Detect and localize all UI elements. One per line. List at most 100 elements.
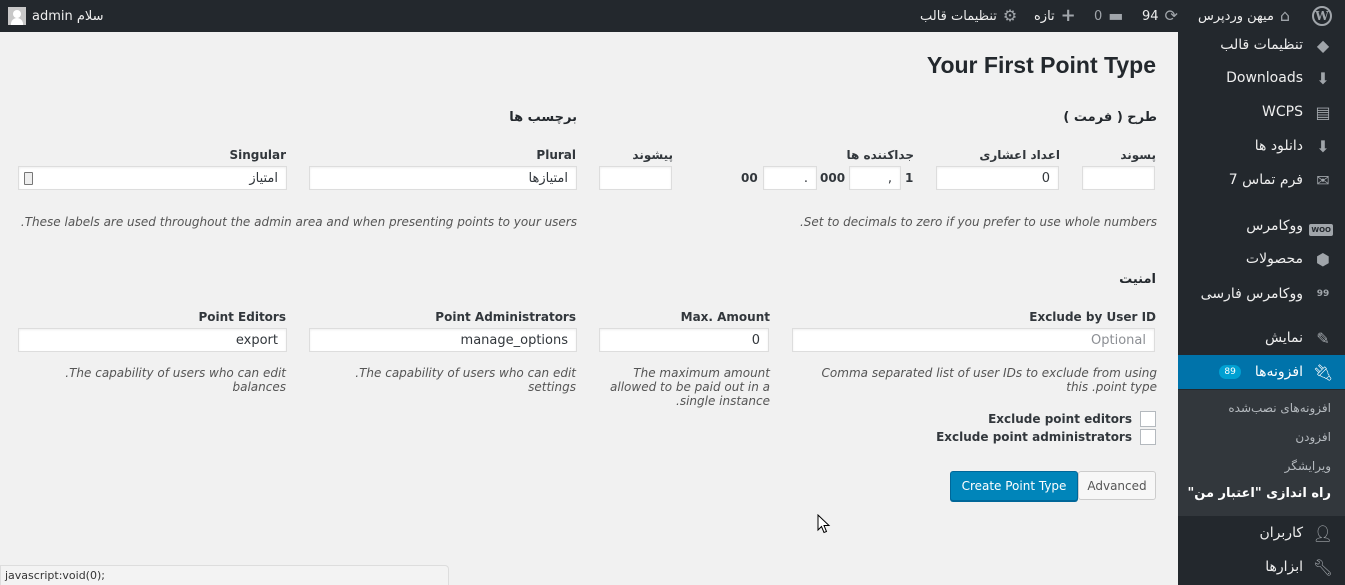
separator-example-thousands: 000 (820, 171, 846, 185)
menu-label: نمایش (1264, 330, 1303, 346)
download-icon: ⬇ (1316, 68, 1330, 88)
point-editors-description: .The capability of users who can edit ba… (65, 366, 286, 394)
mail-icon: ✉ (1316, 170, 1330, 190)
wordpress-logo-icon: W (1312, 6, 1332, 26)
menu-woocommerce[interactable]: WOO ووکامرس (1178, 209, 1345, 243)
menu-users[interactable]: 👤︎ کاربران (1178, 516, 1345, 550)
diamond-icon: ◆ (1316, 35, 1330, 55)
max-amount-input[interactable]: 0 (599, 328, 769, 352)
separator-example-decimals: 00 (741, 171, 758, 185)
exclude-point-administrators-label[interactable]: Exclude point administrators (936, 430, 1132, 444)
point-editors-label: Point Editors (198, 310, 286, 324)
page-title: Your First Point Type (926, 52, 1156, 78)
point-editors-input[interactable]: export (18, 328, 287, 352)
comments-count: 0 (1094, 8, 1103, 24)
plus-icon: + (1060, 5, 1076, 26)
menu-label: ووکامرس (1246, 218, 1303, 234)
menu-label: Downloads (1226, 70, 1303, 86)
menu-label: ووکامرس فارسی (1200, 286, 1303, 302)
menu-downloads-fa[interactable]: ⬇ دانلود ها (1178, 129, 1345, 163)
submenu-editor[interactable]: ویرایشگر (1285, 459, 1331, 473)
prefix-label: پیشوند (632, 148, 673, 162)
decimal-separator-input[interactable]: . (763, 166, 817, 190)
format-heading: طرح ( فرمت ) (1063, 110, 1157, 125)
quote-icon: 99 (1316, 289, 1330, 299)
separators-label: جداکننده ها (846, 148, 915, 162)
labels-heading: برچسب ها (509, 110, 577, 125)
submenu-installed-plugins[interactable]: افزونه‌های نصب‌شده (1228, 401, 1331, 415)
suffix-label: پسوند (1120, 148, 1156, 162)
decimals-input[interactable]: 0 (936, 166, 1059, 190)
wrench-icon: 🔧︎ (1312, 557, 1333, 577)
admin-menu: ◆ تنظیمات قالب ⬇ Downloads ▤ WCPS ⬇ دانل… (1170, 32, 1345, 585)
menu-woo-persian[interactable]: 99 ووکامرس فارسی (1178, 277, 1345, 311)
submenu-mycred-setup[interactable]: راه اندازی "اعتبار من" (1187, 486, 1331, 501)
document-icon: ▤ (1315, 102, 1331, 122)
download-icon: ⬇ (1316, 136, 1330, 156)
point-administrators-description: .The capability of users who can edit se… (355, 366, 576, 394)
avatar (8, 7, 26, 25)
comment-icon: ▬ (1108, 6, 1124, 25)
exclude-user-id-label: Exclude by User ID (1029, 310, 1156, 324)
thousands-separator-input[interactable]: , (849, 166, 901, 190)
create-point-type-button[interactable]: Create Point Type (950, 471, 1078, 501)
plural-label: Plural (536, 148, 576, 162)
gear-icon: ⚙ (1002, 6, 1018, 25)
box-icon: ⬢ (1316, 249, 1330, 269)
menu-label: محصولات (1245, 251, 1303, 267)
menu-label: دانلود ها (1254, 138, 1303, 154)
menu-downloads[interactable]: ⬇ Downloads (1178, 61, 1345, 95)
menu-label: فرم تماس 7 (1228, 172, 1303, 188)
format-description: .Set to decimals to zero if you prefer t… (799, 215, 1157, 229)
menu-theme-settings[interactable]: ◆ تنظیمات قالب (1178, 28, 1345, 62)
menu-label: کاربران (1259, 525, 1303, 541)
advanced-button[interactable]: Advanced (1078, 471, 1156, 500)
suffix-input[interactable] (1082, 166, 1155, 190)
plural-input[interactable]: امتیازها (309, 166, 577, 190)
separator-example-one: 1 (905, 171, 914, 185)
security-heading: امنیت (1119, 272, 1156, 287)
menu-label: تنظیمات قالب (1220, 37, 1303, 53)
browser-status-bar: javascript:void(0); (0, 565, 449, 585)
home-icon: ⌂ (1279, 6, 1291, 25)
my-account[interactable]: سلام admin (8, 0, 104, 32)
menu-products[interactable]: ⬢ محصولات (1178, 242, 1345, 276)
menu-tools[interactable]: 🔧︎ ابزارها (1178, 550, 1345, 584)
singular-label: Singular (229, 148, 286, 162)
new-label: تازه (1034, 8, 1055, 24)
status-url: javascript:void(0); (5, 569, 105, 582)
admin-bar: سلام admin تنظیمات قالب ⚙ تازه + 0 ▬ 94 … (0, 0, 1345, 32)
menu-appearance[interactable]: ✎ نمایش (1178, 321, 1345, 355)
menu-label: ابزارها (1265, 559, 1303, 575)
exclude-point-administrators-checkbox[interactable] (1140, 429, 1156, 445)
max-amount-description: The maximum amount allowed to be paid ou… (610, 366, 770, 408)
plugin-icon: 🔌︎ (1312, 362, 1333, 382)
menu-wcps[interactable]: ▤ WCPS (1178, 95, 1345, 129)
exclude-point-editors-label[interactable]: Exclude point editors (988, 412, 1132, 426)
menu-label: WCPS (1262, 104, 1303, 120)
exclude-user-id-description: Comma separated list of user IDs to excl… (821, 366, 1157, 394)
site-name: میهن وردپرس (1198, 8, 1274, 24)
new-content-link[interactable]: تازه + (1034, 0, 1076, 32)
exclude-user-id-input[interactable]: Optional (792, 328, 1155, 352)
theme-settings-link[interactable]: تنظیمات قالب ⚙ (920, 0, 1017, 32)
max-amount-label: Max. Amount (680, 310, 770, 324)
woo-icon: WOO (1309, 217, 1333, 236)
password-manager-icon[interactable] (24, 172, 33, 185)
submenu-add-new[interactable]: افزودن (1295, 430, 1331, 444)
greeting: سلام admin (32, 8, 104, 24)
labels-description: .These labels are used throughout the ad… (20, 215, 577, 229)
prefix-input[interactable] (599, 166, 672, 190)
decimals-label: اعداد اعشاری (979, 148, 1060, 162)
point-administrators-input[interactable]: manage_options (309, 328, 577, 352)
theme-settings-label: تنظیمات قالب (920, 8, 997, 24)
exclude-point-editors-checkbox[interactable] (1140, 411, 1156, 427)
menu-contact-form[interactable]: ✉ فرم تماس 7 (1178, 163, 1345, 197)
updates-link[interactable]: 94 ⟳ (1142, 0, 1178, 32)
brush-icon: ✎ (1316, 328, 1330, 348)
menu-plugins[interactable]: 🔌︎ افزونه‌ها 89 (1170, 355, 1345, 389)
menu-label: افزونه‌ها (1254, 364, 1303, 380)
plugins-submenu: افزونه‌های نصب‌شده افزودن ویرایشگر راه ا… (1178, 390, 1345, 516)
singular-input[interactable]: امتیاز (18, 166, 287, 190)
comments-link[interactable]: 0 ▬ (1094, 0, 1123, 32)
